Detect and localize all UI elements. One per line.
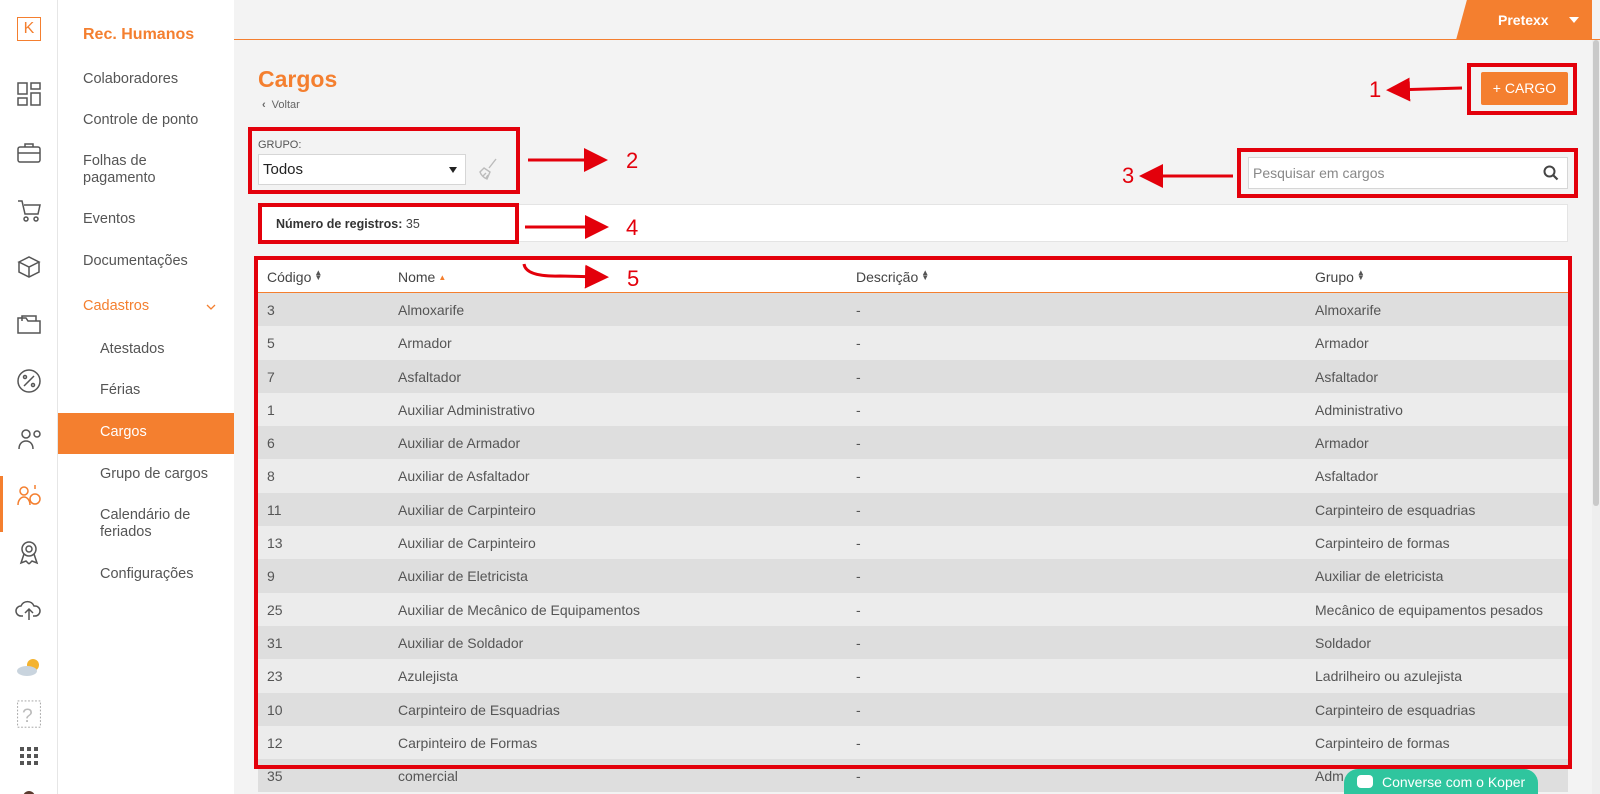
sidebar-subitem-atestados[interactable]: Atestados xyxy=(100,341,240,358)
weather-icon[interactable] xyxy=(15,653,43,681)
app-logo[interactable]: K xyxy=(17,17,41,41)
back-label: Voltar xyxy=(271,99,300,111)
sidebar-subitem-calendario-de-feriados[interactable]: Calendário de feriados xyxy=(100,507,200,541)
user-name: Pretexx xyxy=(1498,12,1549,28)
annotation-number-5: 5 xyxy=(627,266,640,291)
annotation-box-1 xyxy=(1467,63,1577,115)
annotation-box-4 xyxy=(258,203,519,244)
chevron-left-icon: ‹ xyxy=(262,99,266,111)
award-icon[interactable] xyxy=(15,538,43,566)
help-icon[interactable]: ? xyxy=(15,700,43,732)
percent-icon[interactable] xyxy=(15,367,43,395)
sidebar-item-folhas-de-pagamento[interactable]: Folhas de pagamento xyxy=(83,153,193,187)
annotation-number-3: 3 xyxy=(1122,163,1135,188)
annotation-number-2: 2 xyxy=(626,148,639,173)
annotation-number-1: 1 xyxy=(1369,77,1382,102)
cell-grupo: Adm xyxy=(1315,768,1344,785)
annotation-number-4: 4 xyxy=(626,215,639,240)
sidebar-item-eventos[interactable]: Eventos xyxy=(83,211,223,228)
sidebar-item-cadastros[interactable]: Cadastros xyxy=(83,298,223,315)
rail-active-indicator xyxy=(0,476,3,532)
human-resources-icon[interactable] xyxy=(15,481,43,509)
cell-codigo: 35 xyxy=(267,768,283,785)
sidebar-item-colaboradores[interactable]: Colaboradores xyxy=(83,71,223,88)
sidebar-item-documentacoes[interactable]: Documentações xyxy=(83,253,223,270)
worker-settings-icon[interactable] xyxy=(15,424,43,452)
chevron-down-icon xyxy=(206,304,216,310)
chat-bubble-icon xyxy=(1357,775,1373,788)
caret-down-icon xyxy=(1569,17,1579,23)
annotation-box-2 xyxy=(248,127,520,194)
sidebar-subitem-grupo-de-cargos[interactable]: Grupo de cargos xyxy=(100,466,240,483)
cloud-upload-icon[interactable] xyxy=(15,596,43,624)
top-bar: Pretexx xyxy=(234,0,1600,40)
sidebar-subitem-ferias[interactable]: Férias xyxy=(100,382,240,399)
box-icon[interactable] xyxy=(15,253,43,281)
user-menu[interactable]: Pretexx xyxy=(1456,0,1592,40)
scrollbar-thumb[interactable] xyxy=(1593,40,1599,506)
sidebar-subitem-configuracoes[interactable]: Configurações xyxy=(100,566,240,583)
folder-icon[interactable] xyxy=(15,310,43,338)
svg-text:?: ? xyxy=(22,706,33,727)
annotation-box-3 xyxy=(1237,148,1578,198)
page-title: Cargos xyxy=(258,66,338,92)
cell-nome: comercial xyxy=(398,768,458,785)
dashboard-icon[interactable] xyxy=(15,80,43,108)
cell-descricao: - xyxy=(856,768,861,785)
briefcase-icon[interactable] xyxy=(15,138,43,166)
sidebar-item-controle-de-ponto[interactable]: Controle de ponto xyxy=(83,112,223,129)
module-title: Rec. Humanos xyxy=(83,26,195,43)
annotation-box-5 xyxy=(254,256,1572,769)
icon-rail: K ? xyxy=(0,0,58,794)
cart-icon[interactable] xyxy=(15,196,43,224)
chat-button[interactable]: Converse com o Koper xyxy=(1344,769,1538,794)
secondary-sidebar: Rec. Humanos Colaboradores Controle de p… xyxy=(58,0,234,794)
chat-label: Converse com o Koper xyxy=(1382,774,1526,790)
back-link[interactable]: ‹ Voltar xyxy=(262,99,300,111)
app-window: K ? Rec. Humanos Colaboradores Controle … xyxy=(0,0,1600,794)
sidebar-subitem-cargos[interactable]: Cargos xyxy=(100,424,240,441)
apps-grid-icon[interactable] xyxy=(15,742,43,770)
avatar[interactable] xyxy=(15,780,43,794)
